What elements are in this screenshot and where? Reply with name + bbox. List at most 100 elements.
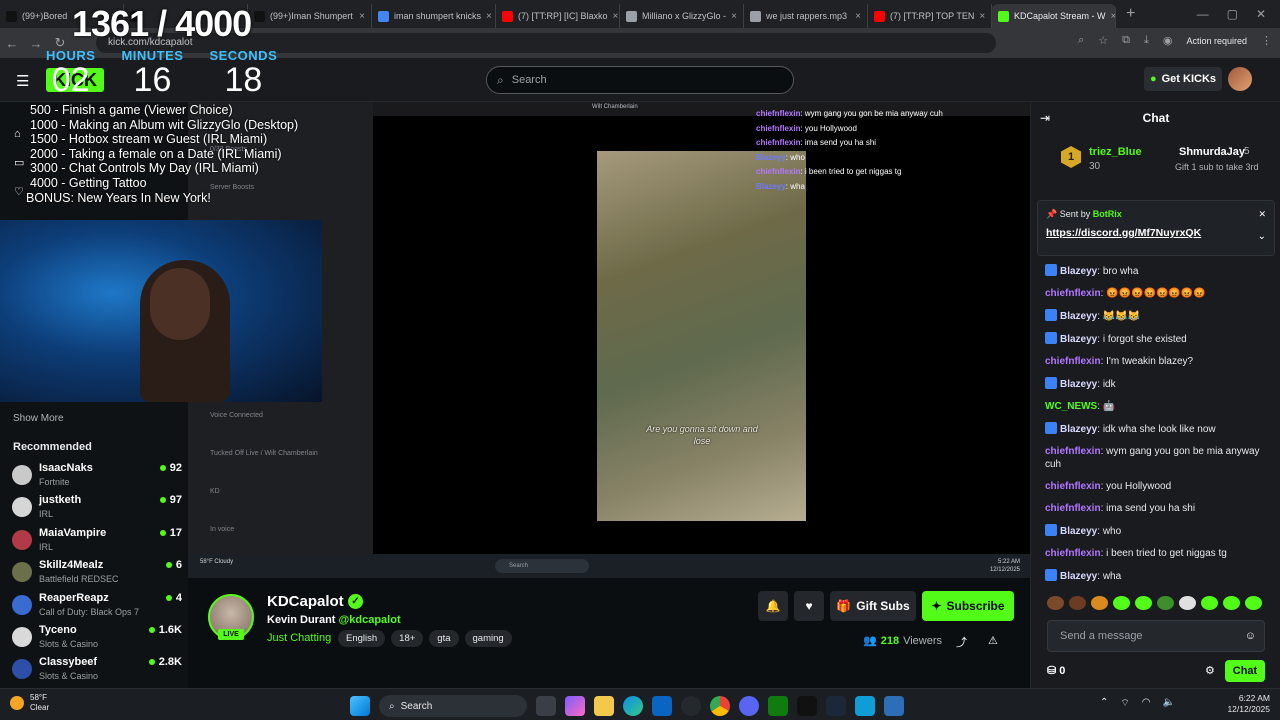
hamburger-menu-icon[interactable]: ☰	[16, 72, 29, 90]
stream-handle[interactable]: @kdcapalot	[339, 614, 401, 626]
tag[interactable]: 18+	[391, 630, 424, 647]
emote-icon[interactable]	[1135, 596, 1152, 610]
recommended-channel[interactable]: justketh IRL 97	[12, 494, 182, 524]
share-icon[interactable]: ⤴	[956, 634, 967, 650]
emote-icon[interactable]	[1113, 596, 1130, 610]
browser-tab[interactable]: iman shumpert knicks ×	[372, 4, 496, 28]
tag[interactable]: gaming	[464, 630, 512, 647]
browser-tab[interactable]: KDCapalot Stream - W ×	[992, 4, 1116, 28]
recommended-channel[interactable]: Tyceno Slots & Casino 1.6K	[12, 624, 182, 654]
recommended-channel[interactable]: Skillz4Mealz Battlefield REDSEC 6	[12, 559, 182, 589]
close-tab-icon[interactable]: ×	[486, 11, 492, 22]
chat-username[interactable]: Blazeyy	[1060, 266, 1097, 277]
capcut-icon[interactable]	[797, 696, 817, 716]
browser-tab[interactable]: (7) [TT:RP] TOP TEN ×	[868, 4, 992, 28]
browser-tab[interactable]: Milliano x GlizzyGlo - ×	[620, 4, 744, 28]
unpin-icon[interactable]: ✕	[1258, 209, 1266, 220]
file-explorer-icon[interactable]	[594, 696, 614, 716]
search-input[interactable]	[511, 74, 772, 86]
action-required-button[interactable]: Action required	[1186, 36, 1247, 46]
edge-icon[interactable]	[623, 696, 643, 716]
browser-tab[interactable]: (99+)Iman Shumpert ×	[248, 4, 372, 28]
github-icon[interactable]	[681, 696, 701, 716]
back-icon[interactable]: ←	[0, 36, 24, 51]
chevron-up-icon[interactable]: ⌃	[1100, 697, 1108, 710]
chat-input[interactable]	[1060, 630, 1240, 642]
discord-icon[interactable]	[739, 696, 759, 716]
photos-icon[interactable]	[855, 696, 875, 716]
chat-username[interactable]: chiefnflexin	[1045, 548, 1101, 559]
chrome-icon[interactable]	[710, 696, 730, 716]
emote-icon[interactable]	[1157, 596, 1174, 610]
system-clock[interactable]: 6:22 AM 12/12/2025	[1210, 693, 1270, 715]
category-link[interactable]: Just Chatting	[267, 632, 331, 644]
follow-button[interactable]: ♥	[794, 591, 824, 621]
emote-icon[interactable]	[1091, 596, 1108, 610]
close-tab-icon[interactable]: ×	[979, 11, 985, 22]
network-icon[interactable]: ⌔	[1120, 697, 1129, 710]
steam-icon[interactable]	[826, 696, 846, 716]
recommended-channel[interactable]: Classybeef Slots & Casino 2.8K	[12, 656, 182, 686]
emote-icon[interactable]	[1047, 596, 1064, 610]
wifi-icon[interactable]: ◠	[1142, 697, 1151, 710]
recommended-channel[interactable]: MaiaVampire IRL 17	[12, 527, 182, 557]
chat-username[interactable]: chiefnflexin	[1045, 356, 1101, 367]
subscribe-button[interactable]: ✦ Subscribe	[922, 591, 1014, 621]
outlook-icon[interactable]	[652, 696, 672, 716]
chat-username[interactable]: Blazeyy	[1060, 424, 1097, 435]
close-window-icon[interactable]: ✕	[1256, 7, 1266, 21]
pinned-sender-name[interactable]: BotRix	[1093, 209, 1122, 219]
chat-username[interactable]: Blazeyy	[1060, 334, 1097, 345]
emoji-picker-icon[interactable]: ☺	[1245, 630, 1256, 642]
chat-username[interactable]: Blazeyy	[1060, 311, 1097, 322]
new-tab-icon[interactable]: +	[1116, 5, 1145, 23]
leaderboard-second-name[interactable]: ShmurdaJay	[1179, 146, 1245, 158]
copilot-icon[interactable]	[565, 696, 585, 716]
chat-input-box[interactable]: ☺	[1047, 620, 1265, 652]
emote-icon[interactable]	[1223, 596, 1240, 610]
chat-username[interactable]: chiefnflexin	[1045, 503, 1101, 514]
tag[interactable]: gta	[429, 630, 459, 647]
chat-username[interactable]: chiefnflexin	[1045, 446, 1101, 457]
extensions-icon[interactable]: ⧉	[1122, 34, 1130, 47]
user-avatar[interactable]	[1228, 67, 1252, 91]
task-view-icon[interactable]	[536, 696, 556, 716]
windows-start-icon[interactable]	[350, 696, 370, 716]
chat-username[interactable]: chiefnflexin	[1045, 481, 1101, 492]
collapse-chat-icon[interactable]: ⇥	[1040, 111, 1050, 125]
browser-tab[interactable]: (7) [TT:RP] [IC] Blaxko ×	[496, 4, 620, 28]
minimize-icon[interactable]: —	[1197, 7, 1209, 21]
emote-icon[interactable]	[1069, 596, 1086, 610]
profile-icon[interactable]: ◉	[1163, 34, 1173, 47]
bookmark-star-icon[interactable]: ☆	[1098, 34, 1108, 47]
menu-dots-icon[interactable]: ⋮	[1261, 34, 1272, 47]
weather-widget[interactable]: 58°F Clear	[10, 693, 49, 713]
get-kicks-button[interactable]: ● Get KICKs	[1144, 67, 1222, 91]
pinned-link[interactable]: https://discord.gg/Mf7NuyrxQK	[1046, 227, 1201, 239]
zoom-icon[interactable]: ⌕	[1078, 34, 1084, 47]
notepad-icon[interactable]	[884, 696, 904, 716]
emote-icon[interactable]	[1245, 596, 1262, 610]
maximize-icon[interactable]: ▢	[1227, 7, 1238, 21]
close-tab-icon[interactable]: ×	[731, 11, 737, 22]
volume-icon[interactable]: 🔈	[1163, 697, 1175, 710]
emote-icon[interactable]	[1179, 596, 1196, 610]
recommended-channel[interactable]: ReaperReapz Call of Duty: Black Ops 7 4	[12, 592, 182, 622]
gift-subs-button[interactable]: 🎁 Gift Subs	[830, 591, 916, 621]
report-icon[interactable]: ⚠	[988, 634, 998, 647]
chat-username[interactable]: Blazeyy	[1060, 526, 1097, 537]
search-bar[interactable]: ⌕	[486, 66, 794, 94]
show-more-link[interactable]: Show More	[13, 413, 64, 424]
download-icon[interactable]: ⤓	[1144, 34, 1149, 47]
chat-username[interactable]: chiefnflexin	[1045, 288, 1101, 299]
emote-icon[interactable]	[1201, 596, 1218, 610]
xbox-icon[interactable]	[768, 696, 788, 716]
channel-name[interactable]: KDCapalot	[267, 593, 344, 610]
close-tab-icon[interactable]: ×	[855, 11, 861, 22]
tag[interactable]: English	[338, 630, 386, 647]
kicks-balance[interactable]: ⛁ 0	[1047, 664, 1065, 677]
close-tab-icon[interactable]: ×	[613, 11, 619, 22]
chevron-down-icon[interactable]: ⌄	[1258, 231, 1266, 242]
recommended-channel[interactable]: IsaacNaks Fortnite 92	[12, 462, 182, 492]
gear-icon[interactable]: ⚙	[1205, 664, 1215, 677]
